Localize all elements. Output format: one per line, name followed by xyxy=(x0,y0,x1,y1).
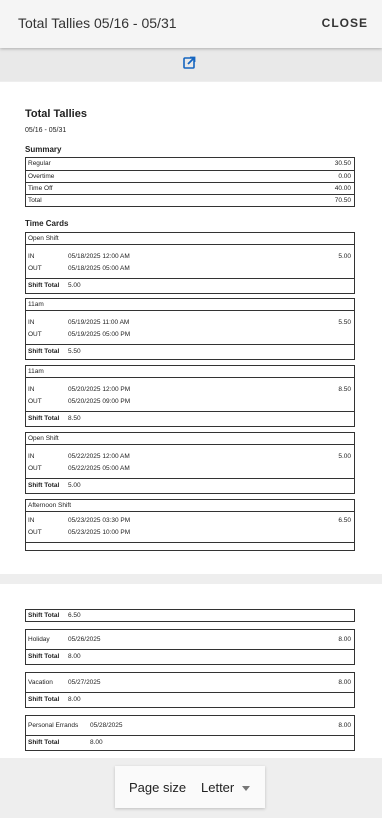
shift-total: Shift Total 5.00 xyxy=(26,478,354,493)
time-card: 11am IN 05/19/2025 11:00 AM 5.50 OUT 05/… xyxy=(25,298,355,360)
timecards-heading: Time Cards xyxy=(25,219,69,228)
time-off-card: Personal Errands 05/28/2025 8.00 Shift T… xyxy=(25,715,355,751)
shift-name: 11am xyxy=(26,299,354,311)
summary-table: Regular 30.50 Overtime 0.00 Time Off 40.00 … xyxy=(25,157,355,207)
time-card: Open Shift IN 05/22/2025 12:00 AM 5.00 O… xyxy=(25,432,355,494)
report-page-1: Total Tallies 05/16 - 05/31 Summary Regu… xyxy=(0,82,382,574)
page-size-value[interactable]: Letter xyxy=(201,780,234,795)
summary-row: Total 70.50 xyxy=(26,194,354,207)
shift-total: Shift Total 6.50 xyxy=(25,609,355,622)
time-card: Open Shift IN 05/18/2025 12:00 AM 5.00 O… xyxy=(25,232,355,294)
time-card: 11am IN 05/20/2025 12:00 PM 8.50 OUT 05/… xyxy=(25,365,355,427)
close-button[interactable]: CLOSE xyxy=(322,16,368,30)
shift-total: Shift Total 8.00 xyxy=(26,735,354,750)
shift-name: Open Shift xyxy=(26,433,354,445)
chevron-down-icon[interactable] xyxy=(242,786,250,791)
shift-total: Shift Total 5.50 xyxy=(26,344,354,359)
shift-total: Shift Total 8.00 xyxy=(26,692,354,707)
summary-row: Regular 30.50 xyxy=(28,160,351,167)
dialog-title: Total Tallies 05/16 - 05/31 xyxy=(18,15,177,31)
time-card: Afternoon Shift IN 05/23/2025 03:30 PM 6… xyxy=(25,499,355,551)
shift-name: Afternoon Shift xyxy=(26,500,354,512)
time-off-card: Holiday 05/26/2025 8.00 Shift Total 8.00 xyxy=(25,629,355,665)
dialog-header: Total Tallies 05/16 - 05/31 CLOSE xyxy=(0,0,382,48)
shift-total: Shift Total 5.00 xyxy=(26,278,354,293)
report-range: 05/16 - 05/31 xyxy=(25,127,67,134)
shift-total: Shift Total 8.50 xyxy=(26,411,354,426)
shift-total: Shift Total 8.00 xyxy=(26,649,354,664)
page-size-selector[interactable]: Page size Letter xyxy=(115,766,265,808)
shift-name: Open Shift xyxy=(26,233,354,245)
report-title: Total Tallies xyxy=(25,108,87,120)
page-size-label: Page size xyxy=(129,780,187,795)
shift-name: 11am xyxy=(26,366,354,378)
summary-heading: Summary xyxy=(25,145,62,154)
share-icon[interactable] xyxy=(183,55,197,69)
time-off-card: Vacation 05/27/2025 8.00 Shift Total 8.00 xyxy=(25,672,355,708)
